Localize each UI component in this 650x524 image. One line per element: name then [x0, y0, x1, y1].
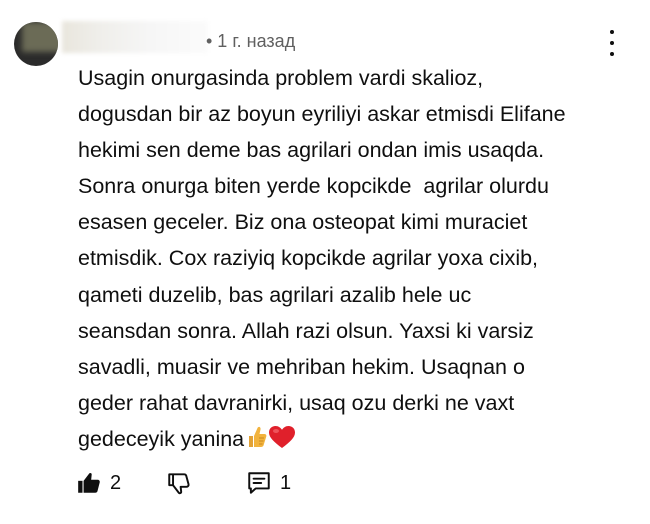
more-options-icon[interactable]	[602, 30, 622, 56]
thumbs-up-emoji-icon	[245, 424, 267, 460]
comment-icon[interactable]	[246, 470, 272, 496]
thumbs-down-icon[interactable]	[166, 470, 192, 496]
reply-count: 1	[280, 472, 292, 494]
thumbs-up-icon[interactable]	[76, 470, 102, 496]
avatar[interactable]	[14, 22, 58, 66]
dislike-button[interactable]	[166, 470, 192, 496]
reply-button[interactable]: 1	[246, 470, 291, 496]
comment-text: Usagin onurgasinda problem vardi skalioz…	[78, 60, 638, 460]
author-name-redacted[interactable]	[62, 21, 208, 53]
comment-body: Usagin onurgasinda problem vardi skalioz…	[78, 66, 566, 451]
like-count: 2	[110, 472, 122, 494]
heart-emoji-icon	[268, 424, 296, 460]
comment-timestamp: • 1 г. назад	[206, 31, 296, 51]
like-button[interactable]: 2	[76, 470, 121, 496]
